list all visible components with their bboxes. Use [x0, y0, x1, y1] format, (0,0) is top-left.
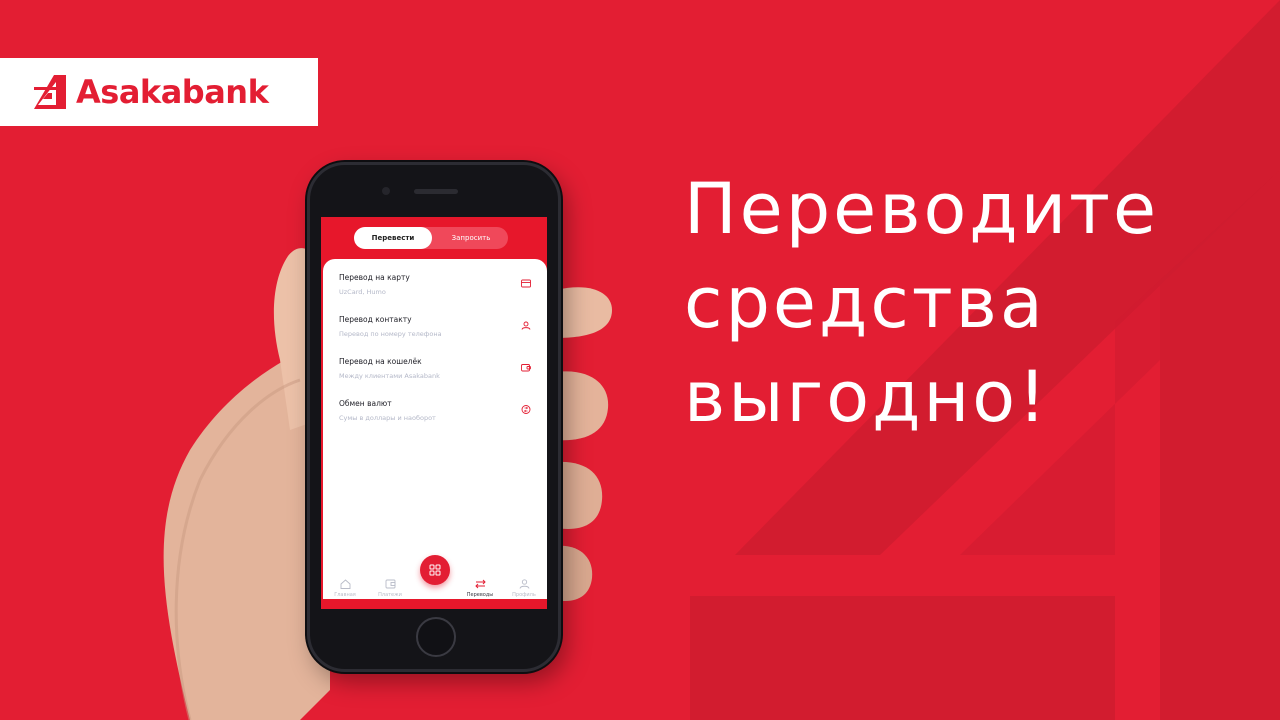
- option-subtitle: Сумы в доллары и наоборот: [339, 414, 436, 422]
- transfer-arrows-icon: [474, 579, 486, 589]
- hand-illustration: [163, 248, 612, 720]
- option-subtitle: UzCard, Humo: [339, 288, 386, 296]
- front-camera: [382, 187, 390, 195]
- option-subtitle: Между клиентами Asakabank: [339, 372, 440, 380]
- option-currency-exchange[interactable]: Обмен валют Сумы в доллары и наоборот: [339, 399, 531, 429]
- tab-transfers[interactable]: Переводы: [460, 579, 500, 598]
- wallet-icon: [521, 364, 531, 372]
- option-card-transfer[interactable]: Перевод на карту UzCard, Humo: [339, 273, 531, 303]
- contact-icon: [521, 321, 531, 330]
- transfer-options-sheet: Перевод на карту UzCard, Humo Перевод ко…: [323, 259, 547, 599]
- option-title: Перевод на карту: [339, 273, 410, 282]
- phone-home-button[interactable]: [416, 617, 456, 657]
- tab-transfer[interactable]: Перевести: [354, 227, 432, 249]
- option-title: Перевод на кошелёк: [339, 357, 422, 366]
- profile-icon: [519, 579, 529, 589]
- option-subtitle: Перевод по номеру телефона: [339, 330, 442, 338]
- tab-payments[interactable]: Платежи: [370, 579, 410, 598]
- tab-payments-label: Платежи: [378, 592, 402, 598]
- tab-profile[interactable]: Профиль: [504, 579, 544, 598]
- transfer-mode-toggle[interactable]: Перевести Запросить: [354, 227, 508, 249]
- tab-home[interactable]: Главная: [325, 579, 365, 598]
- payments-icon: [385, 579, 395, 589]
- option-title: Обмен валют: [339, 399, 392, 408]
- menu-fab-button[interactable]: [420, 555, 450, 585]
- option-title: Перевод контакту: [339, 315, 412, 324]
- bottom-tab-bar: Главная Платежи Переводы Профиль: [321, 555, 547, 609]
- tab-home-label: Главная: [334, 592, 356, 598]
- smartphone: Перевести Запросить Перевод на карту UzC…: [307, 162, 561, 672]
- app-screen: Перевести Запросить Перевод на карту UzC…: [321, 217, 547, 609]
- option-wallet-transfer[interactable]: Перевод на кошелёк Между клиентами Asaka…: [339, 357, 531, 387]
- home-icon: [340, 579, 350, 589]
- tab-profile-label: Профиль: [512, 592, 536, 598]
- option-contact-transfer[interactable]: Перевод контакту Перевод по номеру телеф…: [339, 315, 531, 345]
- speaker-grille: [414, 189, 458, 194]
- exchange-icon: [521, 405, 531, 414]
- tab-transfers-label: Переводы: [466, 592, 494, 598]
- grid-icon: [429, 564, 441, 576]
- tab-request[interactable]: Запросить: [434, 227, 508, 249]
- card-icon: [521, 279, 531, 288]
